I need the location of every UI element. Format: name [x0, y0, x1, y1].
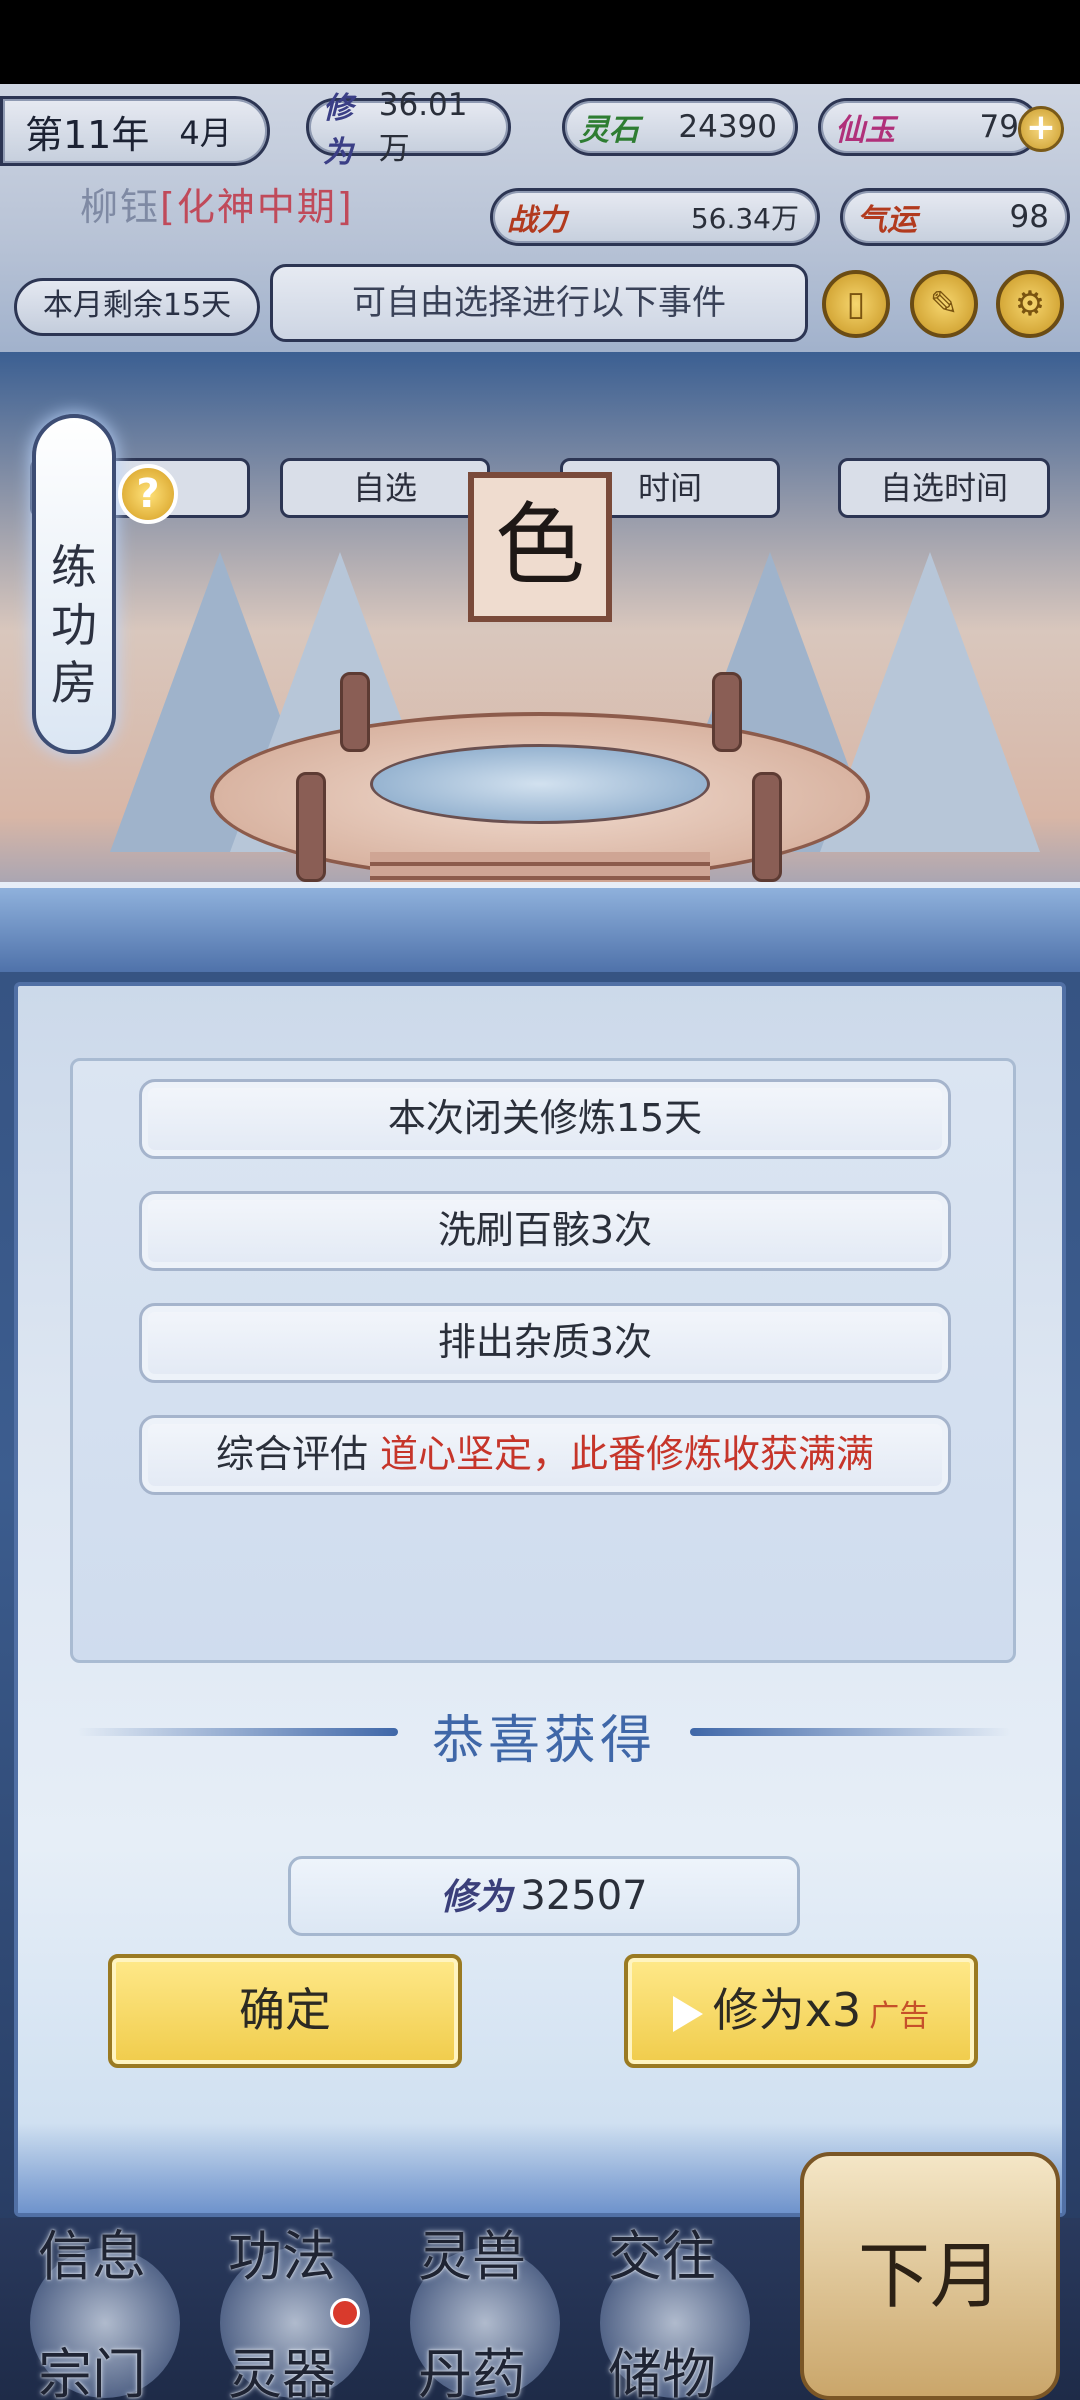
- evaluation-line: 综合评估 道心坚定，此番修炼收获满满: [139, 1415, 951, 1495]
- waves-decoration: [0, 882, 1080, 972]
- resource-cultivation: 修为 36.01万: [306, 87, 511, 170]
- stat-power: 战力 56.34万: [490, 188, 820, 246]
- location-char-3: 房: [51, 656, 97, 710]
- resource-spirit-stone: 灵石 24390: [562, 98, 798, 156]
- jade-label: 仙玉: [835, 113, 895, 148]
- power-value: 56.34万: [690, 202, 799, 235]
- training-room-scene: 天 自选 时间 自选时间 ⾊: [0, 352, 1080, 972]
- pillar: [712, 672, 742, 752]
- confirm-button[interactable]: 确定: [108, 1954, 462, 2068]
- nav-storage[interactable]: 储物: [608, 2330, 716, 2400]
- result-line: 洗刷百骸3次: [139, 1191, 951, 1271]
- divider-right: [690, 1728, 1010, 1736]
- realm-text: [化神中期]: [160, 185, 354, 229]
- help-icon[interactable]: ?: [118, 464, 178, 524]
- days-left-label: 本月剩余15天: [14, 278, 260, 336]
- pillar: [752, 772, 782, 882]
- power-label: 战力: [507, 203, 567, 238]
- pillar: [340, 672, 370, 752]
- brush-icon[interactable]: ✎: [910, 270, 978, 338]
- gear-icon[interactable]: ⚙: [996, 270, 1064, 338]
- location-badge[interactable]: 练 功 房: [32, 414, 116, 754]
- nav-artifacts[interactable]: 灵器: [228, 2330, 336, 2400]
- year-label: 第11年: [25, 112, 150, 157]
- evaluation-label: 综合评估: [215, 1432, 368, 1476]
- evaluation-value: 道心坚定，此番修炼收获满满: [380, 1432, 875, 1476]
- jade-value: 79: [979, 109, 1019, 145]
- confirm-label: 确定: [239, 1983, 331, 2037]
- luck-value: 98: [1009, 199, 1049, 235]
- add-jade-button[interactable]: +: [1018, 106, 1064, 152]
- result-panel: 本次闭关修炼15天 洗刷百骸3次 排出杂质3次 综合评估 道心坚定，此番修炼收获…: [70, 1058, 1016, 1663]
- result-line: 排出杂质3次: [139, 1303, 951, 1383]
- pillar: [296, 772, 326, 882]
- date-display: 第11年 4月: [0, 96, 270, 166]
- event-banner: 可自由选择进行以下事件: [270, 264, 808, 342]
- training-result-dialog: 本次闭关修炼15天 洗刷百骸3次 排出杂质3次 综合评估 道心坚定，此番修炼收获…: [14, 982, 1066, 2217]
- nav-sect[interactable]: 宗门: [38, 2330, 146, 2400]
- luck-label: 气运: [857, 203, 917, 238]
- phone-icon[interactable]: ▯: [822, 270, 890, 338]
- next-month-button[interactable]: 下月: [800, 2152, 1060, 2400]
- nav-info[interactable]: 信息: [38, 2212, 146, 2291]
- header-panel: 第11年 4月 修为 36.01万 灵石 24390 仙玉 79 + 柳钰[化神…: [0, 84, 1080, 364]
- spirit-stone-label: 灵石: [579, 113, 639, 148]
- tab-ghost-2: 自选: [280, 458, 490, 518]
- play-icon: [672, 1995, 703, 2032]
- month-label: 4月: [179, 114, 232, 152]
- tab-ghost-4: 自选时间: [838, 458, 1050, 518]
- cultivation-value: 36.01万: [378, 86, 468, 167]
- bonus-label: 修为x3: [712, 1983, 862, 2037]
- spirit-pool: [370, 744, 710, 824]
- watch-ad-triple-button[interactable]: 修为x3 广告: [624, 1954, 978, 2068]
- resource-jade: 仙玉 79: [818, 98, 1040, 156]
- spirit-stone-value: 24390: [678, 109, 777, 145]
- cultivation-label: 修为: [323, 91, 353, 170]
- reward-item: 修为 32507: [288, 1856, 800, 1936]
- nav-beasts[interactable]: 灵兽: [418, 2212, 526, 2291]
- stone-tablet: ⾊: [468, 472, 612, 622]
- ad-label: 广告: [869, 1999, 930, 2034]
- game-screen: 第11年 4月 修为 36.01万 灵石 24390 仙玉 79 + 柳钰[化神…: [0, 84, 1080, 2400]
- nav-relations[interactable]: 交往: [608, 2212, 716, 2291]
- nav-skills[interactable]: 功法: [228, 2212, 336, 2291]
- result-line: 本次闭关修炼15天: [139, 1079, 951, 1159]
- location-char-1: 练: [51, 540, 97, 594]
- character-name: 柳钰[化神中期]: [80, 176, 354, 231]
- character-name-text: 柳钰: [80, 185, 161, 229]
- location-char-2: 功: [51, 598, 97, 652]
- reward-value: 32507: [520, 1873, 648, 1919]
- reward-label: 修为: [440, 1876, 513, 1918]
- nav-pills[interactable]: 丹药: [418, 2330, 526, 2400]
- status-bar: [0, 0, 1080, 84]
- artifact-notification-dot: [330, 2298, 360, 2328]
- stat-luck: 气运 98: [840, 188, 1070, 246]
